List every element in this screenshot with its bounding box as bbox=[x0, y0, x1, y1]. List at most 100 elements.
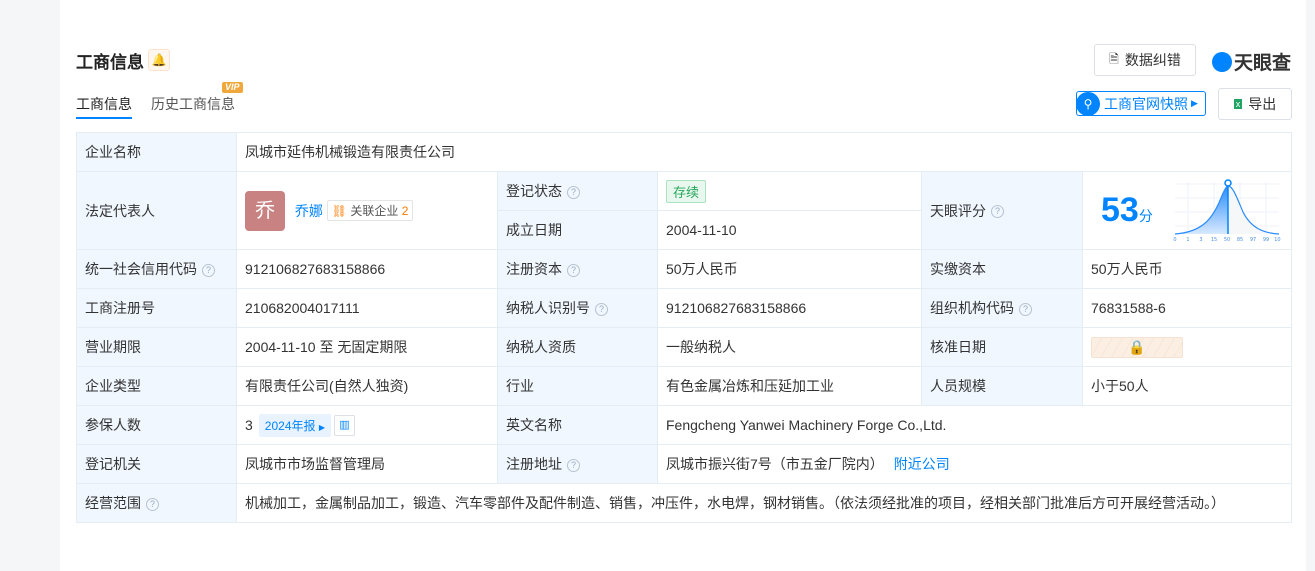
registered-capital: 50万人民币 bbox=[657, 249, 922, 289]
label: 企业名称 bbox=[76, 132, 237, 172]
score-axis-tick: 0 bbox=[1173, 237, 1176, 243]
related-companies-button[interactable]: ⛓ 关联企业 2 bbox=[326, 200, 414, 221]
score-axis-tick: 50 bbox=[1224, 237, 1230, 243]
help-icon[interactable]: ? bbox=[202, 263, 215, 277]
business-info-card: 工商信息 🔔 工商信息 历史工商信息 VIP 🗎 数据纠错 天眼查 ⚲ 工商官网快照… bbox=[60, 0, 1306, 571]
label: 纳税人识别号 bbox=[506, 300, 590, 316]
caret-right-icon: ▶ bbox=[318, 422, 325, 432]
staff-size: 小于50人 bbox=[1081, 366, 1293, 406]
data-correction-label: 数据纠错 bbox=[1124, 52, 1181, 68]
score-unit: 分 bbox=[1138, 208, 1153, 224]
chart-icon[interactable]: ▥ bbox=[334, 415, 355, 437]
label-cell: 组织机构代码? bbox=[921, 288, 1083, 328]
label-cell: 登记状态? bbox=[497, 171, 658, 211]
score-marker bbox=[1224, 178, 1232, 187]
label: 成立日期 bbox=[497, 210, 658, 250]
established-date: 2004-11-10 bbox=[657, 210, 922, 250]
business-term: 2004-11-10 至 无固定期限 bbox=[236, 327, 498, 367]
section-title: 工商信息 bbox=[76, 53, 144, 72]
credit-code: 912106827683158866 bbox=[236, 249, 498, 289]
score-axis-tick: 15 bbox=[1211, 237, 1217, 243]
insured-cell: 3 2024年报 ▶ ▥ bbox=[236, 405, 498, 445]
help-icon[interactable]: ? bbox=[595, 302, 608, 316]
lock-icon[interactable]: 🔒 bbox=[1091, 336, 1183, 358]
avatar: 乔 bbox=[245, 190, 285, 231]
label: 登记状态 bbox=[506, 183, 562, 199]
help-icon[interactable]: ? bbox=[1019, 302, 1032, 316]
industry: 有色金属冶炼和压延加工业 bbox=[657, 366, 922, 406]
score-axis-tick: 1 bbox=[1186, 237, 1189, 243]
taxpayer-qualification: 一般纳税人 bbox=[657, 327, 922, 367]
label-cell: 纳税人识别号? bbox=[497, 288, 658, 328]
label-cell: 统一社会信用代码? bbox=[76, 249, 237, 289]
org-code: 76831588-6 bbox=[1081, 288, 1293, 328]
export-label: 导出 bbox=[1248, 96, 1277, 112]
label: 经营范围 bbox=[85, 495, 141, 511]
score-number: 53 bbox=[1101, 191, 1139, 229]
help-icon[interactable]: ? bbox=[567, 263, 580, 277]
score-value: 53分 bbox=[1101, 191, 1173, 230]
label: 组织机构代码 bbox=[930, 300, 1014, 316]
taxpayer-id: 912106827683158866 bbox=[657, 288, 922, 328]
caret-right-icon: ▶ bbox=[1191, 98, 1198, 108]
annual-report-label: 2024年报 bbox=[264, 418, 316, 433]
excel-icon: x bbox=[1233, 99, 1243, 109]
legal-rep-link[interactable]: 乔娜 bbox=[295, 203, 323, 219]
status-cell: 存续 bbox=[657, 171, 922, 211]
score-axis-tick: 85 bbox=[1237, 237, 1243, 243]
label-cell: 注册资本? bbox=[497, 249, 658, 289]
registration-authority: 凤城市市场监督管理局 bbox=[236, 444, 498, 484]
document-icon: 🗎 bbox=[1109, 51, 1119, 66]
label: 核准日期 bbox=[921, 327, 1083, 367]
paid-capital: 50万人民币 bbox=[1081, 249, 1293, 289]
export-button[interactable]: x 导出 bbox=[1218, 88, 1292, 120]
score-axis-tick: 3 bbox=[1199, 237, 1202, 243]
label: 人员规模 bbox=[921, 366, 1083, 406]
registered-address: 凤城市振兴街7号（市五金厂院内） bbox=[666, 456, 884, 472]
label: 行业 bbox=[497, 366, 658, 406]
stamp-icon: ⚲ bbox=[1076, 91, 1100, 116]
label: 工商注册号 bbox=[76, 288, 237, 328]
label: 注册地址 bbox=[506, 456, 562, 472]
label: 营业期限 bbox=[76, 327, 237, 367]
snapshot-label: 工商官网快照 bbox=[1104, 95, 1188, 112]
registration-number: 210682004017111 bbox=[236, 288, 498, 328]
english-name: Fengcheng Yanwei Machinery Forge Co.,Ltd… bbox=[656, 405, 1293, 445]
tianyancha-logo: 天眼查 bbox=[1212, 48, 1291, 75]
label: 实缴资本 bbox=[921, 249, 1083, 289]
label-cell: 天眼评分? bbox=[921, 171, 1083, 250]
insured-count: 3 bbox=[245, 416, 253, 433]
score-axis-tick: 99 bbox=[1263, 237, 1269, 243]
status-badge: 存续 bbox=[666, 179, 707, 203]
nearby-companies-link[interactable]: 附近公司 bbox=[894, 456, 950, 472]
official-snapshot-button[interactable]: ⚲ 工商官网快照 ▶ bbox=[1076, 91, 1206, 116]
label: 登记机关 bbox=[76, 444, 237, 484]
company-name: 凤城市延伟机械锻造有限责任公司 bbox=[235, 132, 1293, 172]
score-axis-tick: 97 bbox=[1250, 237, 1256, 243]
bell-icon[interactable]: 🔔 bbox=[148, 49, 170, 71]
label: 法定代表人 bbox=[76, 171, 237, 250]
help-icon[interactable]: ? bbox=[567, 458, 580, 472]
tab-business-info[interactable]: 工商信息 bbox=[76, 94, 132, 119]
help-icon[interactable]: ? bbox=[146, 497, 159, 511]
label: 注册资本 bbox=[506, 261, 562, 277]
business-info-table: 企业名称 凤城市延伟机械锻造有限责任公司 法定代表人 乔 乔娜 ⛓ 关联企业 2 … bbox=[76, 132, 1293, 523]
data-correction-button[interactable]: 🗎 数据纠错 bbox=[1094, 44, 1196, 76]
label-cell: 经营范围? bbox=[76, 483, 237, 523]
company-type: 有限责任公司(自然人独资) bbox=[236, 366, 498, 406]
logo-icon bbox=[1212, 51, 1232, 72]
label: 天眼评分 bbox=[930, 202, 986, 219]
label: 参保人数 bbox=[76, 405, 237, 445]
logo-text: 天眼查 bbox=[1234, 53, 1292, 74]
help-icon[interactable]: ? bbox=[991, 205, 1004, 219]
annual-report-button[interactable]: 2024年报 ▶ bbox=[258, 413, 331, 437]
label: 纳税人资质 bbox=[497, 327, 658, 367]
help-icon[interactable]: ? bbox=[567, 185, 580, 199]
label: 英文名称 bbox=[497, 405, 658, 445]
approval-date-cell: 🔒 bbox=[1081, 327, 1293, 367]
related-count: 2 bbox=[401, 204, 409, 218]
score-axis-tick: 100 bbox=[1274, 237, 1281, 243]
score-cell: 53分 0 1 3 15 50 85 97 99 100 bbox=[1081, 171, 1293, 250]
label-cell: 注册地址? bbox=[497, 444, 658, 484]
tab-history-info[interactable]: 历史工商信息 bbox=[151, 94, 235, 114]
